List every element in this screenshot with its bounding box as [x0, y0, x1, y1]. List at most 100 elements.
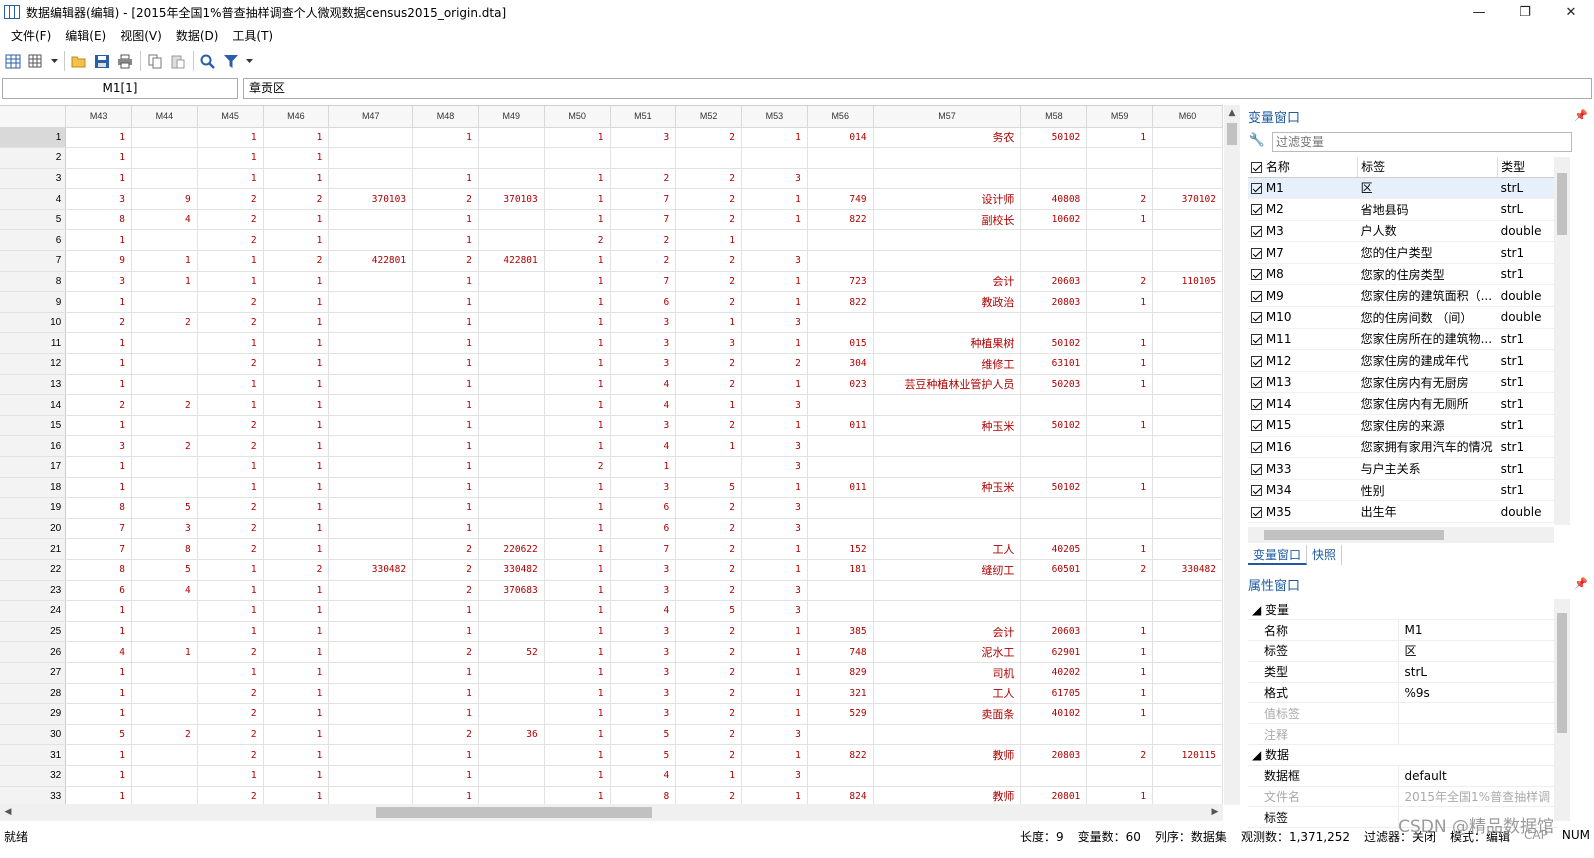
data-cell[interactable]: 1 — [675, 394, 743, 416]
tab-snapshots[interactable]: 快照 — [1307, 545, 1343, 565]
data-cell[interactable] — [328, 353, 414, 375]
data-cell[interactable] — [807, 518, 874, 540]
data-cell[interactable]: 1 — [197, 765, 264, 787]
data-cell[interactable]: 2 — [1086, 188, 1154, 210]
data-editor-browse-button[interactable] — [2, 50, 24, 72]
row-number[interactable]: 6 — [0, 229, 67, 252]
data-cell[interactable]: 2 — [675, 353, 743, 375]
data-cell[interactable]: 1 — [412, 127, 479, 149]
data-cell[interactable]: 3 — [610, 683, 677, 705]
data-cell[interactable]: 1 — [197, 662, 264, 684]
data-cell[interactable]: 1 — [65, 786, 133, 805]
data-cell[interactable] — [807, 600, 874, 622]
variable-row[interactable]: M7 您的住户类型 str1 — [1248, 241, 1558, 264]
data-cell[interactable]: 3 — [610, 621, 677, 643]
data-editor-edit-button[interactable] — [25, 50, 47, 72]
data-cell[interactable]: 1 — [65, 477, 133, 499]
data-cell[interactable] — [1152, 229, 1223, 252]
data-cell[interactable]: 3 — [65, 435, 133, 457]
data-cell[interactable]: 设计师 — [873, 188, 1022, 210]
data-cell[interactable]: 3 — [131, 518, 198, 540]
data-cell[interactable]: 1 — [65, 415, 133, 437]
data-cell[interactable]: 缝纫工 — [873, 559, 1022, 581]
data-cell[interactable]: 1 — [544, 394, 611, 416]
data-cell[interactable]: 3 — [741, 456, 808, 478]
filter-variables-input[interactable] — [1272, 132, 1572, 152]
data-cell[interactable] — [328, 621, 414, 643]
data-cell[interactable] — [1086, 250, 1154, 272]
scroll-thumb[interactable] — [1264, 530, 1444, 540]
data-cell[interactable]: 1 — [197, 600, 264, 622]
data-cell[interactable]: 1 — [544, 435, 611, 457]
data-cell[interactable]: 723 — [807, 271, 874, 293]
data-cell[interactable] — [478, 147, 545, 169]
data-cell[interactable] — [807, 497, 874, 519]
data-cell[interactable] — [807, 147, 874, 169]
data-cell[interactable]: 1 — [263, 353, 330, 375]
data-cell[interactable]: 829 — [807, 662, 874, 684]
data-cell[interactable] — [412, 147, 479, 169]
variable-name-cell[interactable]: M9 — [1248, 284, 1358, 308]
data-cell[interactable] — [478, 394, 545, 416]
data-cell[interactable]: 50102 — [1020, 415, 1088, 437]
data-cell[interactable]: 014 — [807, 127, 874, 149]
data-cell[interactable]: 2 — [675, 497, 743, 519]
variable-name-cell[interactable]: M13 — [1248, 371, 1358, 394]
data-cell[interactable]: 1 — [544, 641, 611, 663]
row-number[interactable]: 21 — [0, 538, 67, 560]
data-cell[interactable]: 2 — [675, 127, 743, 149]
data-cell[interactable] — [1020, 229, 1088, 252]
label-column-header[interactable]: 标签 — [1357, 157, 1499, 178]
variable-checkbox[interactable] — [1251, 333, 1262, 345]
data-cell[interactable]: 015 — [807, 332, 874, 355]
data-cell[interactable]: 1 — [263, 600, 330, 622]
dropdown-arrow-button[interactable] — [48, 50, 60, 72]
data-cell[interactable]: 1 — [197, 332, 264, 355]
data-cell[interactable] — [610, 147, 677, 169]
variable-name-cell[interactable]: M11 — [1248, 328, 1358, 351]
data-cell[interactable] — [131, 703, 198, 725]
data-cell[interactable] — [131, 786, 198, 805]
data-cell[interactable]: 50102 — [1020, 332, 1088, 355]
variable-name-cell[interactable]: M8 — [1248, 263, 1358, 286]
variable-checkbox[interactable] — [1251, 247, 1262, 259]
data-cell[interactable]: 3 — [610, 662, 677, 684]
menu-edit[interactable]: 编辑(E) — [58, 27, 113, 44]
scroll-thumb[interactable] — [1557, 613, 1567, 733]
properties-vertical-scrollbar[interactable] — [1554, 599, 1570, 821]
data-cell[interactable]: 1 — [1086, 621, 1154, 643]
data-cell[interactable] — [1086, 765, 1154, 787]
data-cell[interactable]: 工人 — [873, 683, 1022, 705]
data-cell[interactable] — [1152, 621, 1223, 643]
data-cell[interactable]: 1 — [412, 394, 479, 416]
data-cell[interactable] — [328, 168, 414, 190]
data-cell[interactable]: 1 — [263, 291, 330, 313]
data-cell[interactable]: 2 — [197, 188, 264, 210]
data-cell[interactable]: 1 — [263, 332, 330, 355]
data-cell[interactable]: 1 — [610, 456, 677, 478]
data-cell[interactable]: 教政治 — [873, 291, 1022, 313]
data-cell[interactable]: 1 — [65, 147, 133, 169]
menu-file[interactable]: 文件(F) — [4, 27, 58, 44]
data-cell[interactable]: 2 — [131, 394, 198, 416]
data-cell[interactable]: 1 — [544, 703, 611, 725]
data-cell[interactable]: 370103 — [328, 188, 414, 210]
data-cell[interactable] — [1152, 724, 1223, 746]
data-cell[interactable] — [1086, 580, 1154, 602]
data-cell[interactable]: 3 — [610, 580, 677, 602]
data-cell[interactable]: 4 — [610, 435, 677, 457]
row-number[interactable]: 10 — [0, 312, 67, 334]
data-cell[interactable]: 2 — [610, 229, 677, 252]
data-cell[interactable] — [328, 477, 414, 499]
data-cell[interactable]: 1 — [544, 724, 611, 746]
data-cell[interactable]: 1 — [412, 497, 479, 519]
data-cell[interactable]: 1 — [65, 374, 133, 396]
data-cell[interactable] — [1152, 168, 1223, 190]
data-cell[interactable]: 1 — [544, 312, 611, 334]
data-cell[interactable]: 1 — [197, 374, 264, 396]
data-cell[interactable] — [478, 209, 545, 231]
data-cell[interactable]: 1 — [197, 271, 264, 293]
data-cell[interactable]: 181 — [807, 559, 874, 581]
filter-dropdown-button[interactable] — [243, 50, 255, 72]
data-cell[interactable] — [1086, 312, 1154, 334]
